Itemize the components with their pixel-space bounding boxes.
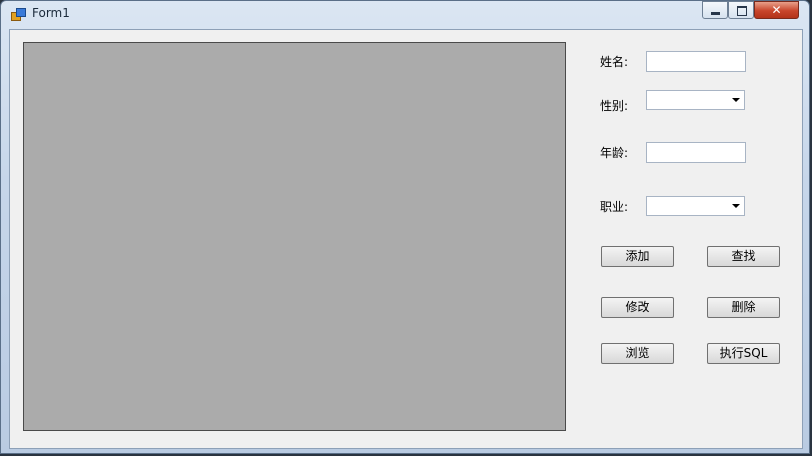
age-input[interactable]: [646, 142, 746, 163]
name-label: 姓名:: [600, 55, 629, 69]
form-client-area: 姓名: 性别: 年龄: 职业: 添加 查找 修改 删除 浏览 执行SQL: [9, 29, 803, 449]
name-input[interactable]: [646, 51, 746, 72]
minimize-button[interactable]: [702, 1, 728, 19]
data-grid-view[interactable]: [23, 42, 566, 431]
job-select[interactable]: [646, 196, 745, 216]
minimize-icon: [711, 12, 720, 15]
exec-sql-button[interactable]: 执行SQL: [707, 343, 780, 364]
app-icon: [11, 8, 26, 21]
dropdown-arrow-icon: [732, 204, 740, 208]
gender-label: 性别:: [600, 99, 629, 113]
maximize-icon: [737, 6, 747, 16]
add-button[interactable]: 添加: [601, 246, 674, 267]
app-window: Form1 ✕ 姓名: 性别: 年龄: 职业: 添加 查找 修改 删除 浏览 执…: [0, 0, 810, 454]
edit-button[interactable]: 修改: [601, 297, 674, 318]
close-icon: ✕: [771, 3, 782, 17]
gender-select[interactable]: [646, 90, 745, 110]
browse-button[interactable]: 浏览: [601, 343, 674, 364]
close-button[interactable]: ✕: [754, 1, 799, 19]
delete-button[interactable]: 删除: [707, 297, 780, 318]
window-title: Form1: [32, 6, 70, 20]
maximize-button[interactable]: [728, 1, 754, 19]
age-label: 年龄:: [600, 146, 629, 160]
find-button[interactable]: 查找: [707, 246, 780, 267]
title-bar[interactable]: Form1 ✕: [1, 1, 809, 27]
dropdown-arrow-icon: [732, 98, 740, 102]
job-label: 职业:: [600, 200, 629, 214]
